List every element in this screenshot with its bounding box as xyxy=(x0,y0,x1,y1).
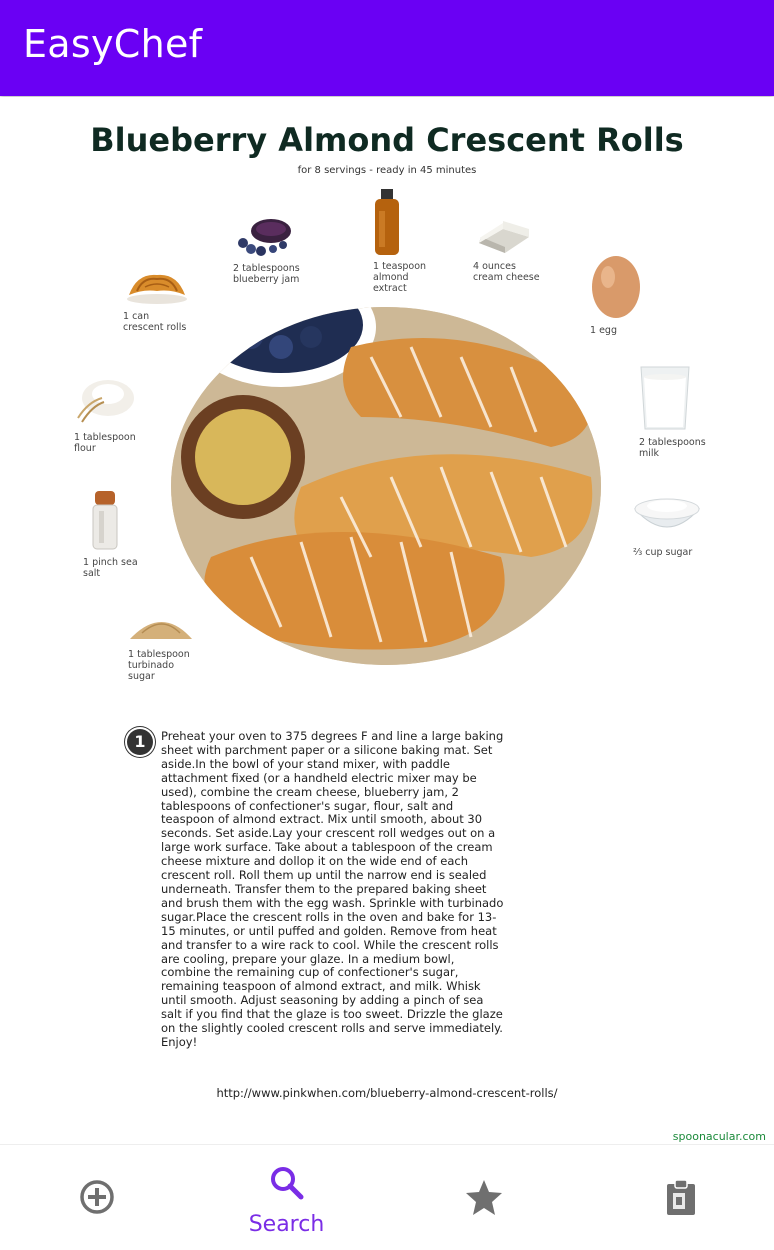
app-title: EasyChef xyxy=(23,22,203,66)
nav-item-add[interactable] xyxy=(0,1145,193,1250)
turbinado-sugar-icon xyxy=(130,622,192,639)
recipe-title: Blueberry Almond Crescent Rolls xyxy=(90,121,684,159)
step-number-badge: 1 xyxy=(127,729,153,755)
milk-icon xyxy=(640,366,690,430)
recipe-card[interactable]: Blueberry Almond Crescent Rolls for 8 se… xyxy=(0,97,774,1144)
ingredient-turbinado-sugar: 1 tablespoon turbinado sugar xyxy=(128,609,194,682)
cream-cheese-icon xyxy=(479,221,529,253)
egg-icon xyxy=(592,256,640,318)
sugar-icon xyxy=(633,498,701,528)
app-bar: EasyChef xyxy=(0,0,774,96)
spoonacular-credit: spoonacular.com xyxy=(672,1130,766,1143)
ingredient-sugar: ⅔ cup sugar xyxy=(633,493,701,558)
ingredient-sea-salt: 1 pinch sea salt xyxy=(83,491,138,579)
nav-item-search[interactable]: Search xyxy=(190,1145,383,1250)
crescent-rolls-photo xyxy=(171,307,601,665)
ingredient-egg: 1 egg xyxy=(590,253,642,336)
ingredient-blueberry-jam: 2 tablespoons blueberry jam xyxy=(233,215,300,285)
sea-salt-icon xyxy=(92,491,118,550)
nav-item-favorites[interactable] xyxy=(387,1145,580,1250)
recipe-photo xyxy=(171,307,601,665)
shopping-list-icon xyxy=(666,1179,695,1215)
source-url-link[interactable]: http://www.pinkwhen.com/blueberry-almond… xyxy=(0,1086,774,1100)
ingredient-flour: 1 tablespoon flour xyxy=(74,372,136,454)
nav-item-shopping-list[interactable] xyxy=(584,1145,774,1250)
instructions-text: Preheat your oven to 375 degrees F and l… xyxy=(161,729,504,1049)
ingredient-milk: 2 tablespoons milk xyxy=(639,365,706,459)
ingredient-cream-cheese: 4 ounces cream cheese xyxy=(473,215,540,283)
ingredient-almond-extract: 1 teaspoon almond extract xyxy=(373,189,426,294)
nav-label-search: Search xyxy=(248,1212,325,1237)
ingredient-crescent-rolls: 1 can crescent rolls xyxy=(123,265,189,333)
bottom-navigation: Search xyxy=(0,1144,774,1250)
search-icon xyxy=(270,1167,303,1200)
recipe-subtitle: for 8 servings - ready in 45 minutes xyxy=(297,165,477,176)
add-circle-icon xyxy=(79,1180,114,1214)
almond-extract-icon xyxy=(375,189,399,255)
blueberry-jam-icon xyxy=(238,219,291,256)
crescent-rolls-icon xyxy=(127,274,187,304)
star-icon xyxy=(465,1180,502,1215)
flour-icon xyxy=(77,380,134,423)
